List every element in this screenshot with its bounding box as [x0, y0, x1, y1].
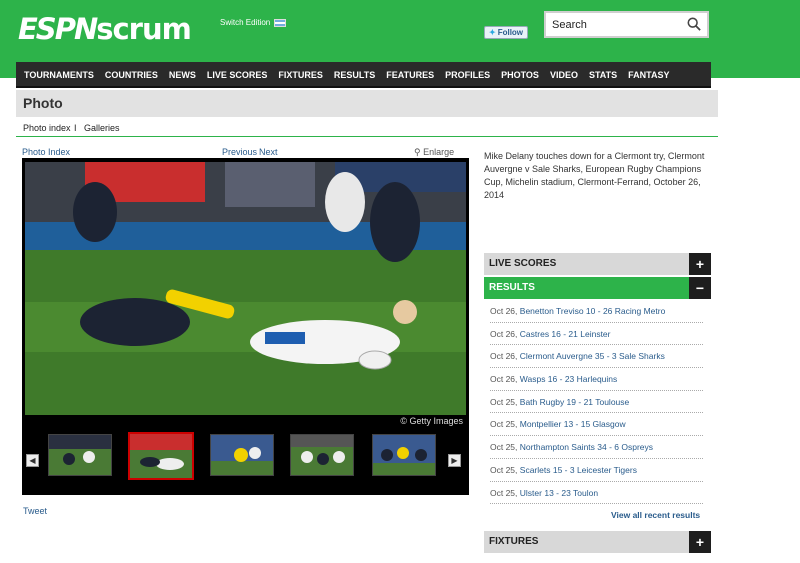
result-row: Oct 26, Clermont Auvergne 35 - 3 Sale Sh… — [490, 345, 703, 369]
nav-photos[interactable]: PHOTOS — [493, 62, 539, 86]
page-title-bar: Photo — [16, 90, 718, 117]
results-panel-header[interactable]: RESULTS − — [484, 277, 711, 299]
result-link[interactable]: Bath Rugby 19 - 21 Toulouse — [520, 397, 629, 407]
search-placeholder: Search — [552, 19, 587, 31]
result-link[interactable]: Benetton Treviso 10 - 26 Racing Metro — [520, 306, 666, 316]
nav-profiles[interactable]: PROFILES — [437, 62, 490, 86]
photo-caption: Mike Delany touches down for a Clermont … — [484, 151, 705, 200]
thumbnail-1[interactable] — [48, 434, 112, 476]
nav-video[interactable]: VIDEO — [542, 62, 578, 86]
galleries-link[interactable]: Galleries — [84, 123, 120, 133]
nav-fixtures[interactable]: FIXTURES — [270, 62, 323, 86]
result-row: Oct 25, Bath Rugby 19 - 21 Toulouse — [490, 391, 703, 414]
logo-espn: ESPN — [18, 12, 98, 46]
nav-countries[interactable]: COUNTRIES — [97, 62, 158, 86]
nav-live-scores[interactable]: LIVE SCORES — [199, 62, 268, 86]
logo-scrum: scrum — [96, 12, 192, 46]
thumbnail-strip: ◀ ▶ — [22, 428, 469, 490]
result-row: Oct 26, Benetton Treviso 10 - 26 Racing … — [490, 300, 703, 323]
thumbnail-5-image — [373, 435, 435, 475]
switch-edition-label: Switch Edition — [220, 18, 271, 27]
photo-index-top-link[interactable]: Photo Index — [22, 147, 70, 157]
result-link[interactable]: Northampton Saints 34 - 6 Ospreys — [520, 442, 653, 452]
thumbnail-5[interactable] — [372, 434, 436, 476]
result-row: Oct 25, Scarlets 15 - 3 Leicester Tigers — [490, 459, 703, 482]
nav-results[interactable]: RESULTS — [326, 62, 375, 86]
thumb-prev-arrow-icon[interactable]: ◀ — [26, 454, 39, 467]
live-scores-panel-header[interactable]: LIVE SCORES + — [484, 253, 711, 275]
twitter-bird-icon: ✦ — [489, 28, 496, 37]
result-date: Oct 26, — [490, 306, 518, 316]
fixtures-panel-header[interactable]: FIXTURES + — [484, 531, 711, 553]
nav-stats[interactable]: STATS — [581, 62, 617, 86]
result-row: Oct 25, Montpellier 13 - 15 Glasgow — [490, 413, 703, 437]
result-link[interactable]: Ulster 13 - 23 Toulon — [520, 488, 598, 498]
thumbnail-1-image — [49, 435, 111, 475]
collapse-minus-icon[interactable]: − — [689, 277, 711, 299]
result-date: Oct 26, — [490, 328, 518, 339]
thumbnail-2-selected[interactable] — [128, 432, 194, 480]
results-label: RESULTS — [489, 282, 535, 293]
photo-subnav: Photo index I Galleries — [16, 120, 718, 137]
subnav-separator: I — [74, 123, 77, 133]
result-date: Oct 25, — [490, 487, 518, 498]
result-row: Oct 25, Northampton Saints 34 - 6 Osprey… — [490, 436, 703, 459]
tweet-link[interactable]: Tweet — [23, 506, 47, 516]
magnifier-icon: ⚲ — [414, 147, 421, 157]
next-link[interactable]: Next — [259, 147, 278, 157]
expand-plus-icon[interactable]: + — [689, 253, 711, 275]
result-row: Oct 25, Ulster 13 - 23 Toulon — [490, 482, 703, 505]
search-input[interactable]: Search — [544, 11, 709, 38]
nav-tournaments[interactable]: TOURNAMENTS — [16, 62, 94, 86]
nav-news[interactable]: NEWS — [161, 62, 196, 86]
argentina-flag-icon — [274, 18, 287, 27]
result-date: Oct 26, — [490, 374, 518, 385]
page-title: Photo — [23, 95, 63, 111]
main-nav: TOURNAMENTS COUNTRIES NEWS LIVE SCORES F… — [16, 62, 711, 88]
search-icon[interactable] — [687, 17, 701, 31]
result-link[interactable]: Wasps 16 - 23 Harlequins — [520, 374, 617, 384]
result-link[interactable]: Scarlets 15 - 3 Leicester Tigers — [520, 465, 637, 475]
result-date: Oct 25, — [490, 419, 518, 430]
result-date: Oct 25, — [490, 464, 518, 475]
thumbnail-3[interactable] — [210, 434, 274, 476]
fixtures-label: FIXTURES — [489, 536, 539, 547]
thumbnail-4-image — [291, 435, 353, 475]
result-link[interactable]: Montpellier 13 - 15 Glasgow — [520, 419, 626, 429]
result-date: Oct 25, — [490, 396, 518, 407]
photo-index-link[interactable]: Photo index — [23, 123, 71, 133]
main-photo[interactable] — [25, 162, 466, 415]
result-row: Oct 26, Castres 16 - 21 Leinster — [490, 323, 703, 346]
nav-features[interactable]: FEATURES — [378, 62, 434, 86]
enlarge-button[interactable]: ⚲ Enlarge — [414, 147, 454, 158]
result-date: Oct 26, — [490, 351, 518, 362]
enlarge-label: Enlarge — [423, 147, 455, 157]
result-link[interactable]: Castres 16 - 21 Leinster — [520, 329, 611, 339]
follow-label: Follow — [497, 28, 524, 37]
thumbnail-4[interactable] — [290, 434, 354, 476]
thumb-next-arrow-icon[interactable]: ▶ — [448, 454, 461, 467]
expand-plus-icon[interactable]: + — [689, 531, 711, 553]
result-row: Oct 26, Wasps 16 - 23 Harlequins — [490, 368, 703, 391]
photo-credit: © Getty Images — [400, 416, 463, 426]
result-date: Oct 25, — [490, 442, 518, 453]
results-list: Oct 26, Benetton Treviso 10 - 26 Racing … — [490, 300, 703, 505]
espn-scrum-logo[interactable]: ESPNscrum — [18, 12, 192, 46]
previous-link[interactable]: Previous — [222, 147, 257, 157]
rugby-photo-illustration — [25, 162, 466, 415]
thumbnail-2-image — [130, 434, 192, 478]
switch-edition[interactable]: Switch Edition — [220, 18, 287, 27]
nav-fantasy[interactable]: FANTASY — [620, 62, 669, 86]
twitter-follow-button[interactable]: ✦ Follow — [484, 26, 528, 39]
live-scores-label: LIVE SCORES — [489, 258, 557, 269]
result-link[interactable]: Clermont Auvergne 35 - 3 Sale Sharks — [520, 351, 665, 361]
thumbnail-3-image — [211, 435, 273, 475]
view-all-results-link[interactable]: View all recent results — [611, 510, 700, 520]
photo-viewer: © Getty Images ◀ ▶ — [22, 158, 469, 495]
